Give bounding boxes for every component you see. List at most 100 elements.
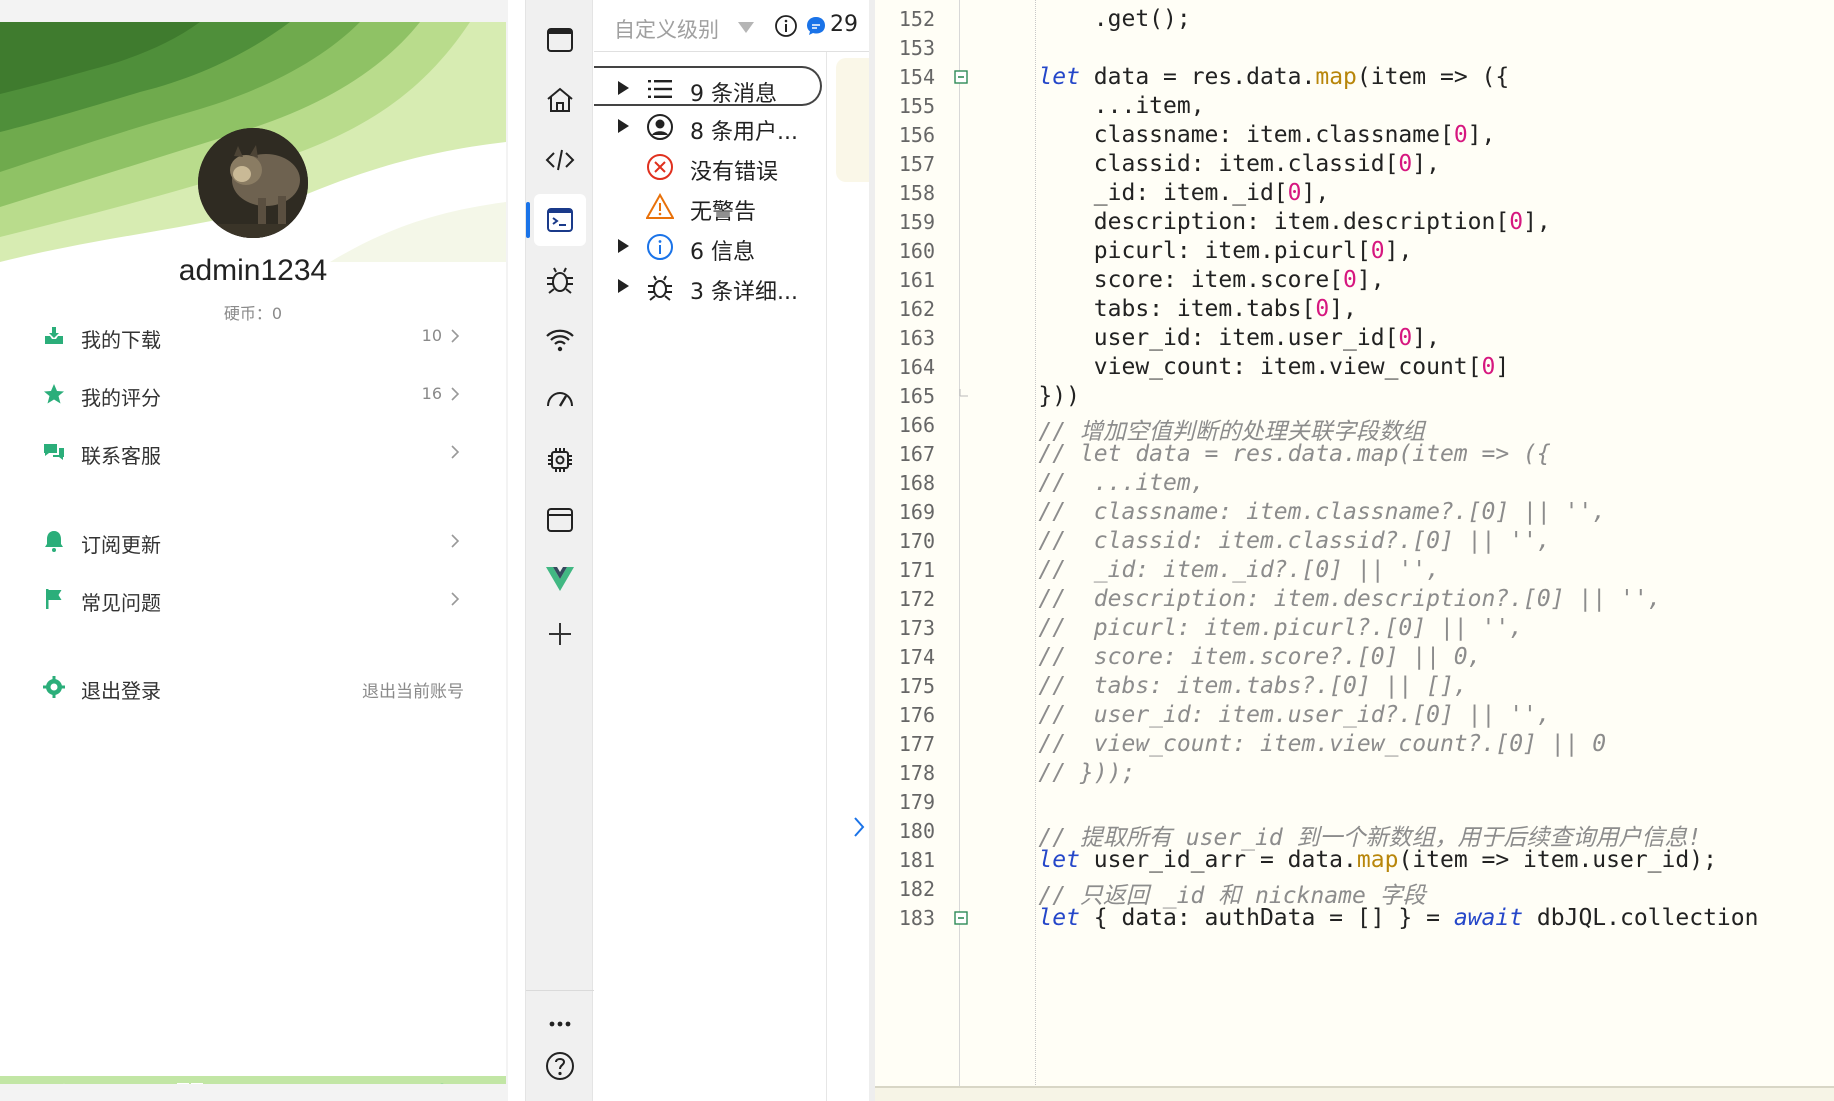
code-token: user_id_arr = data. [1079, 847, 1357, 873]
code-token: view_count: item.view_count[ [983, 354, 1482, 380]
expand-arrow-icon [618, 119, 629, 133]
activity-more[interactable] [534, 992, 586, 1044]
activity-console[interactable] [534, 194, 586, 246]
window-icon [547, 508, 573, 532]
code-text: _id: item._id[0], [983, 180, 1329, 206]
line-number: 176 [898, 703, 935, 727]
info-icon [647, 234, 673, 260]
console-filter-errors[interactable]: 没有错误 [594, 146, 824, 186]
console-filter-messages[interactable]: 9 条消息 [594, 66, 822, 107]
code-token: dbJQL.collection [1523, 905, 1759, 931]
code-text: // ...item, [983, 470, 1204, 496]
code-text: view_count: item.view_count[0] [983, 354, 1509, 380]
activity-vue[interactable] [534, 552, 586, 604]
console-filter-label: 3 条详细... [690, 280, 798, 305]
line-number: 174 [898, 645, 935, 669]
menu-item-ratings[interactable]: 我的评分 16 [0, 370, 506, 420]
home-icon[interactable] [48, 1080, 80, 1084]
console-filter-label: 6 信息 [690, 240, 755, 265]
code-token: await [1453, 905, 1524, 931]
code-token: 0 [1343, 267, 1357, 293]
image-icon[interactable] [300, 1080, 332, 1084]
code-text: // classid: item.classid?.[0] || '', [983, 528, 1550, 554]
divider [526, 990, 594, 991]
code-token: // picurl: item.picurl?.[0] || '', [983, 615, 1524, 641]
code-token: // classname: item.classname?.[0] || '', [983, 499, 1607, 525]
fold-end-marker [959, 389, 968, 397]
line-number: 161 [898, 268, 935, 292]
bug-icon [648, 275, 672, 301]
code-text: let { data: authData = [] } = await dbJQ… [983, 905, 1758, 931]
caret-down-icon[interactable] [737, 20, 755, 34]
code-editor[interactable]: 152 .get(); 153 154 let data = res.data.ma… [875, 0, 1834, 1101]
code-token: ], [1467, 122, 1496, 148]
code-token: map [1315, 64, 1357, 90]
code-token: // score: item.score?.[0] || 0, [983, 644, 1482, 670]
console-filter-verbose[interactable]: 3 条详细... [594, 266, 824, 306]
user-icon[interactable] [426, 1080, 458, 1084]
code-token: 0 [1370, 238, 1385, 264]
code-token: 0 [1398, 325, 1413, 351]
activity-debug[interactable] [534, 254, 586, 306]
menu-item-logout[interactable]: 退出登录 退出当前账号 [0, 663, 506, 713]
line-number: 180 [898, 819, 935, 843]
fold-collapse-icon[interactable] [954, 911, 968, 925]
message-icon[interactable] [806, 16, 826, 36]
grid-icon[interactable] [174, 1080, 206, 1084]
code-token: })) [983, 383, 1080, 409]
code-text: })) [983, 383, 1080, 409]
console-message-strip [836, 58, 870, 182]
line-number: 153 [898, 36, 935, 60]
console-icon [547, 208, 573, 232]
line-number: 183 [898, 906, 935, 930]
activity-code[interactable] [534, 134, 586, 186]
info-icon[interactable] [774, 14, 798, 38]
code-text: .get(); [983, 6, 1191, 32]
fold-collapse-icon[interactable] [954, 70, 968, 84]
code-token: // user_id: item.user_id?.[0] || '', [983, 702, 1551, 728]
menu-item-downloads[interactable]: 我的下载 10 [0, 312, 506, 362]
console-filter-warnings[interactable]: 无警告 [594, 186, 824, 226]
chevron-right-icon [451, 445, 460, 459]
code-token: 0 [1398, 151, 1413, 177]
console-panel: 自定义级别 29 9 条消息 8 条用户... 没有错误 无警告 6 信息 3 … [594, 0, 869, 1101]
chevron-right-icon[interactable] [852, 815, 866, 839]
line-number: 171 [898, 558, 935, 582]
console-filter-info[interactable]: 6 信息 [594, 226, 824, 266]
console-filter-user[interactable]: 8 条用户... [594, 106, 824, 146]
code-token: ], [1329, 296, 1357, 322]
line-number: 182 [898, 877, 935, 901]
activity-performance[interactable] [534, 374, 586, 426]
log-level-dropdown[interactable]: 自定义级别 [614, 14, 719, 44]
menu-item-subscribe[interactable]: 订阅更新 [0, 517, 506, 567]
activity-add[interactable] [534, 608, 586, 660]
console-filter-label: 9 条消息 [690, 82, 777, 107]
menu-item-support[interactable]: 联系客服 [0, 428, 506, 478]
lynx-photo [198, 128, 308, 238]
code-token: 0 [1453, 122, 1468, 148]
code-token: (item => ({ [1356, 64, 1510, 90]
code-token: // view_count: item.view_count?.[0] || 0 [983, 731, 1607, 757]
menu-item-faq[interactable]: 常见问题 [0, 575, 506, 625]
activity-application[interactable] [534, 494, 586, 546]
activity-network[interactable] [534, 314, 586, 366]
activity-help[interactable] [534, 1040, 586, 1092]
code-text: // let data = res.data.map(item => ({ [983, 441, 1550, 467]
code-text: user_id: item.user_id[0], [983, 325, 1440, 351]
code-token: // _id: item._id?.[0] || '', [983, 557, 1440, 583]
activity-window[interactable] [534, 14, 586, 66]
bottom-tab-bar [0, 1076, 506, 1084]
avatar[interactable] [198, 128, 308, 238]
code-text: description: item.description[0], [983, 209, 1551, 235]
line-number: 162 [898, 297, 935, 321]
activity-memory[interactable] [534, 434, 586, 486]
expand-arrow-icon [618, 239, 629, 253]
window-icon [547, 28, 573, 52]
help-icon [546, 1052, 574, 1080]
activity-home[interactable] [534, 74, 586, 126]
code-token: let [983, 847, 1080, 873]
code-text: // description: item.description?.[0] ||… [983, 586, 1661, 612]
code-token: picurl: item.picurl[ [983, 238, 1371, 264]
expand-arrow-icon [618, 81, 629, 95]
line-number: 152 [898, 7, 935, 31]
